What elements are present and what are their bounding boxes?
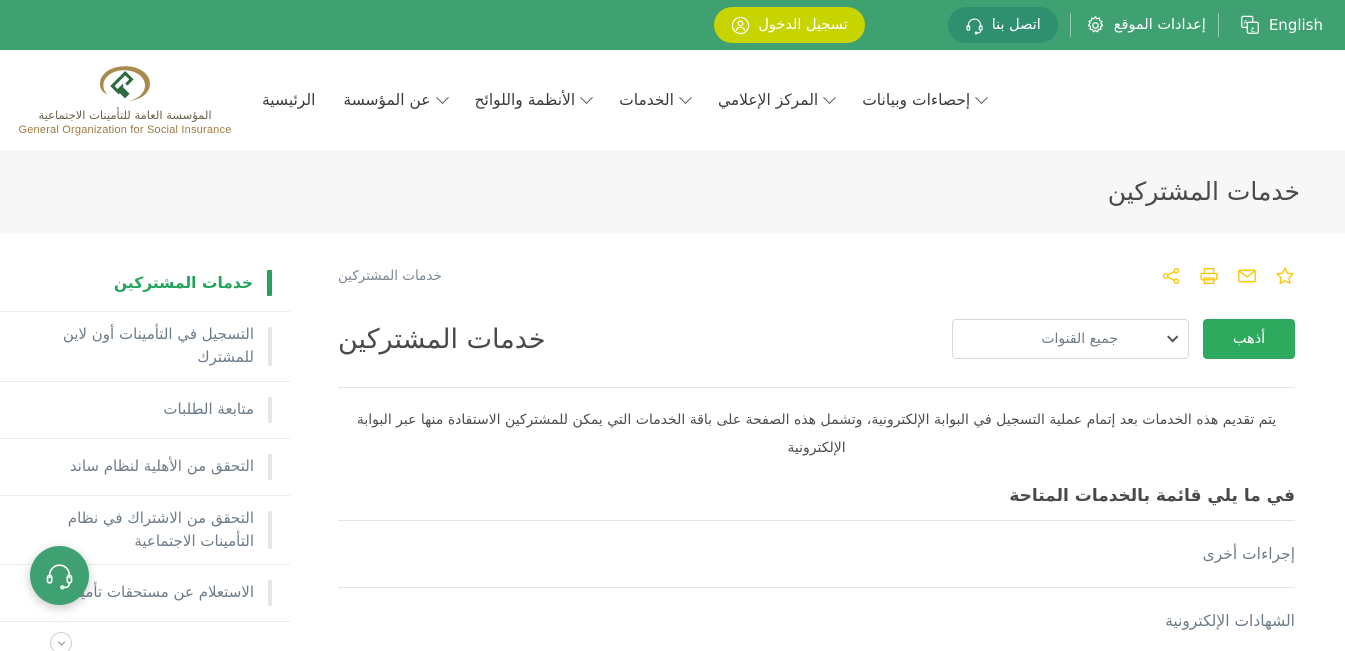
channel-select-value: جميع القنوات [1041,331,1118,347]
topbar-divider-1 [1069,13,1071,37]
sidebar-marker [268,327,272,366]
content-title: خدمات المشتركين [338,323,546,355]
login-button[interactable]: تسجيل الدخول [714,7,865,43]
language-icon: A ع [1239,14,1261,36]
content-title-row: خدمات المشتركين جميع القنوات أذهب [338,319,1295,359]
sidebar-marker [268,396,272,423]
sidebar-item-label: التحقق من الأهلية لنظام ساند [69,456,254,475]
top-utility-bar-inner: تسجيل الدخول اتصل بنا إعدادات الموقع A ع… [0,7,1323,43]
page-action-icons [1161,266,1295,286]
chevron-down-icon [56,638,67,649]
breadcrumb[interactable]: خدمات المشتركين [338,268,442,284]
channel-filter-group: جميع القنوات أذهب [952,319,1295,359]
breadcrumb-row: خدمات المشتركين [338,255,1295,297]
sidebar-item-saned-eligibility[interactable]: التحقق من الأهلية لنظام ساند [0,439,290,496]
top-utility-bar: تسجيل الدخول اتصل بنا إعدادات الموقع A ع… [0,0,1345,50]
channel-select[interactable]: جميع القنوات [952,319,1189,359]
gosi-logo-mark-icon [82,63,168,107]
site-settings-label: إعدادات الموقع [1113,17,1206,33]
chevron-down-icon [435,90,449,104]
sidebar-item-subscriber-services[interactable]: خدمات المشتركين [0,255,290,312]
language-switch-link[interactable]: A ع English [1239,14,1323,36]
chevron-down-icon [679,90,692,104]
site-header: المؤسسة العامة للتأمينات الاجتماعية Gene… [0,50,1345,150]
sidebar-marker [268,453,272,480]
nav-item-label: الرئيسية [262,91,316,109]
login-button-label: تسجيل الدخول [758,17,848,33]
main-content: خدمات المشتركين خدمات المشتركين جميع الق… [290,233,1345,651]
svg-text:A: A [1243,19,1248,26]
chevron-down-icon [975,90,989,104]
scroll-down-button[interactable] [50,632,72,651]
language-switch-label: English [1268,16,1323,34]
gear-icon [1085,15,1106,36]
nav-item-label: إحصاءات وبيانات [862,91,971,109]
nav-item-about[interactable]: عن المؤسسة [329,83,460,117]
nav-item-label: الخدمات [619,91,674,109]
chevron-down-icon [1167,331,1179,343]
nav-item-statistics[interactable]: إحصاءات وبيانات [848,83,1000,117]
sidebar-item-track-requests[interactable]: متابعة الطلبات [0,382,290,439]
services-list-heading: في ما يلي قائمة بالخدمات المتاحة [338,462,1295,521]
site-settings-link[interactable]: إعدادات الموقع [1085,15,1206,36]
sidebar-item-label: متابعة الطلبات [163,399,254,418]
user-icon [731,16,750,35]
contact-us-label: اتصل بنا [991,17,1041,33]
headset-icon [44,560,75,591]
share-icon[interactable] [1161,266,1181,286]
nav-item-label: عن المؤسسة [343,91,431,109]
favorite-star-icon[interactable] [1275,266,1295,286]
list-item-other-procedures[interactable]: إجراءات أخرى [338,521,1295,588]
nav-item-media-center[interactable]: المركز الإعلامي [704,83,848,117]
nav-item-label: الأنظمة واللوائح [474,91,576,109]
sidebar-marker [268,580,272,606]
sidebar-active-marker [267,270,272,296]
email-icon[interactable] [1237,266,1257,286]
sidebar-item-online-registration[interactable]: التسجيل في التأمينات أون لاين للمشترك [0,312,290,382]
page-layout: خدمات المشتركين التسجيل في التأمينات أون… [0,233,1345,651]
sidebar-item-label: خدمات المشتركين [113,273,253,292]
sidebar-item-label: التسجيل في التأمينات أون لاين للمشترك [62,325,254,367]
nav-item-home[interactable]: الرئيسية [248,83,329,117]
chevron-down-icon [580,90,594,104]
gosi-logo[interactable]: المؤسسة العامة للتأمينات الاجتماعية Gene… [10,63,240,137]
main-navigation: الرئيسية عن المؤسسة الأنظمة واللوائح الخ… [248,83,1345,117]
contact-us-button[interactable]: اتصل بنا [947,7,1058,43]
topbar-divider-2 [1217,13,1219,37]
nav-item-label: المركز الإعلامي [717,91,819,109]
go-button[interactable]: أذهب [1203,319,1295,359]
intro-paragraph: يتم تقديم هذه الخدمات بعد إتمام عملية ال… [356,412,1277,456]
gosi-logo-english-text: General Organization for Social Insuranc… [18,123,232,136]
support-chat-button[interactable] [30,546,89,605]
nav-item-regulations[interactable]: الأنظمة واللوائح [461,83,606,117]
page-title: خدمات المشتركين [1107,177,1300,206]
svg-text:ع: ع [1251,24,1255,32]
headset-icon [965,16,984,35]
page-title-banner: خدمات المشتركين [0,150,1345,233]
list-item-electronic-certificates[interactable]: الشهادات الإلكترونية [338,588,1295,651]
chevron-down-icon [823,90,837,104]
sidebar-marker [268,510,272,549]
nav-item-services[interactable]: الخدمات [605,83,704,117]
print-icon[interactable] [1199,266,1219,286]
gosi-logo-arabic-text: المؤسسة العامة للتأمينات الاجتماعية [38,107,212,122]
